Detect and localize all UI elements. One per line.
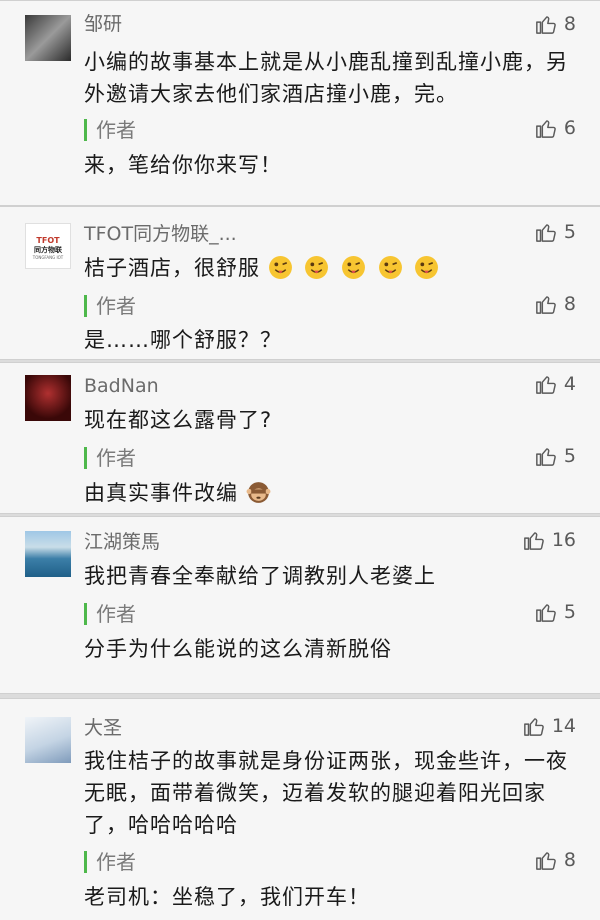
- user-avatar[interactable]: TFOT 同方物联 TONGFANG IOT: [25, 223, 71, 269]
- user-avatar[interactable]: [25, 375, 71, 421]
- like-count: 16: [551, 529, 576, 551]
- like-count: 5: [563, 221, 576, 243]
- tongue-wink-emoji: [268, 256, 292, 279]
- comment-text: 现在都这么露骨了?: [84, 408, 273, 432]
- comment-card: 江湖策馬 16 我把青春全奉献给了调教别人老婆上 作者 5 分手为什么能说的这么…: [0, 516, 600, 694]
- like-button[interactable]: 5: [535, 221, 576, 243]
- like-count: 5: [563, 601, 576, 623]
- thumbs-up-icon: [536, 604, 556, 622]
- like-count: 6: [563, 117, 576, 139]
- author-label: 作者: [84, 850, 136, 874]
- username[interactable]: TFOT同方物联_...: [84, 221, 237, 247]
- author-reply-text: 分手为什么能说的这么清新脱俗: [84, 637, 392, 661]
- author-label: 作者: [84, 446, 136, 470]
- author-label: 作者: [84, 118, 136, 142]
- author-reply-text: 老司机：坐稳了，我们开车！: [84, 885, 370, 909]
- comment-card: BadNan 4 现在都这么露骨了? 作者 5 由真实事件改编: [0, 362, 600, 514]
- comment-card: 大圣 14 我住桔子的故事就是身份证两张，现金些许，一夜无眠，面带着微笑，迈着发…: [0, 698, 600, 920]
- like-count: 8: [563, 849, 576, 871]
- thumbs-up-icon: [536, 296, 556, 314]
- thumbs-up-icon: [536, 120, 556, 138]
- user-avatar[interactable]: [25, 531, 71, 577]
- tongue-wink-emoji: [342, 256, 366, 279]
- see-no-evil-monkey-emoji: [246, 482, 271, 503]
- reply-like-button[interactable]: 8: [535, 293, 576, 315]
- like-count: 14: [551, 715, 576, 737]
- tongue-wink-emoji: [415, 256, 439, 279]
- reply-like-button[interactable]: 8: [535, 849, 576, 871]
- comment-card: TFOT 同方物联 TONGFANG IOT TFOT同方物联_... 5 桔子…: [0, 206, 600, 360]
- user-avatar[interactable]: [25, 15, 71, 61]
- like-button[interactable]: 4: [535, 373, 576, 395]
- username[interactable]: 大圣: [84, 715, 122, 741]
- thumbs-up-icon: [536, 376, 556, 394]
- author-label: 作者: [84, 294, 136, 318]
- like-count: 8: [563, 293, 576, 315]
- thumbs-up-icon: [536, 448, 556, 466]
- reply-like-button[interactable]: 5: [535, 601, 576, 623]
- author-reply-text: 来，笔给你你来写！: [84, 153, 282, 177]
- author-reply-text: 由真实事件改编: [84, 481, 238, 505]
- username[interactable]: 邹研: [84, 11, 122, 37]
- like-button[interactable]: 8: [535, 13, 576, 35]
- comment-text: 桔子酒店，很舒服: [84, 252, 580, 284]
- avatar-logo-text: TFOT: [36, 236, 60, 245]
- avatar-logo-text: 同方物联: [34, 246, 62, 254]
- reply-like-button[interactable]: 6: [535, 117, 576, 139]
- thumbs-up-icon: [536, 16, 556, 34]
- tongue-wink-emoji: [305, 256, 329, 279]
- reply-like-button[interactable]: 5: [535, 445, 576, 467]
- thumbs-up-icon: [536, 224, 556, 242]
- like-count: 8: [563, 13, 576, 35]
- comment-text-body: 桔子酒店，很舒服: [84, 256, 260, 280]
- thumbs-up-icon: [523, 718, 544, 736]
- like-button[interactable]: 14: [523, 715, 576, 737]
- emoji-group: [268, 256, 444, 280]
- comment-text: 我把青春全奉献给了调教别人老婆上: [84, 564, 436, 588]
- comment-card: 邹研 8 小编的故事基本上就是从小鹿乱撞到乱撞小鹿，另外邀请大家去他们家酒店撞小…: [0, 0, 600, 206]
- like-count: 5: [563, 445, 576, 467]
- avatar-logo-text: TONGFANG IOT: [32, 255, 64, 260]
- thumbs-up-icon: [536, 852, 556, 870]
- thumbs-up-icon: [523, 532, 544, 550]
- username[interactable]: 江湖策馬: [84, 529, 160, 555]
- tongue-wink-emoji: [378, 256, 402, 279]
- like-count: 4: [563, 373, 576, 395]
- author-reply-text: 是……哪个舒服？？: [84, 328, 282, 352]
- like-button[interactable]: 16: [523, 529, 576, 551]
- user-avatar[interactable]: [25, 717, 71, 763]
- author-reply: 由真实事件改编: [84, 477, 580, 509]
- author-label: 作者: [84, 602, 136, 626]
- username[interactable]: BadNan: [84, 373, 159, 399]
- comment-text: 我住桔子的故事就是身份证两张，现金些许，一夜无眠，面带着微笑，迈着发软的腿迎着阳…: [84, 749, 568, 837]
- comment-text: 小编的故事基本上就是从小鹿乱撞到乱撞小鹿，另外邀请大家去他们家酒店撞小鹿，完。: [84, 50, 568, 106]
